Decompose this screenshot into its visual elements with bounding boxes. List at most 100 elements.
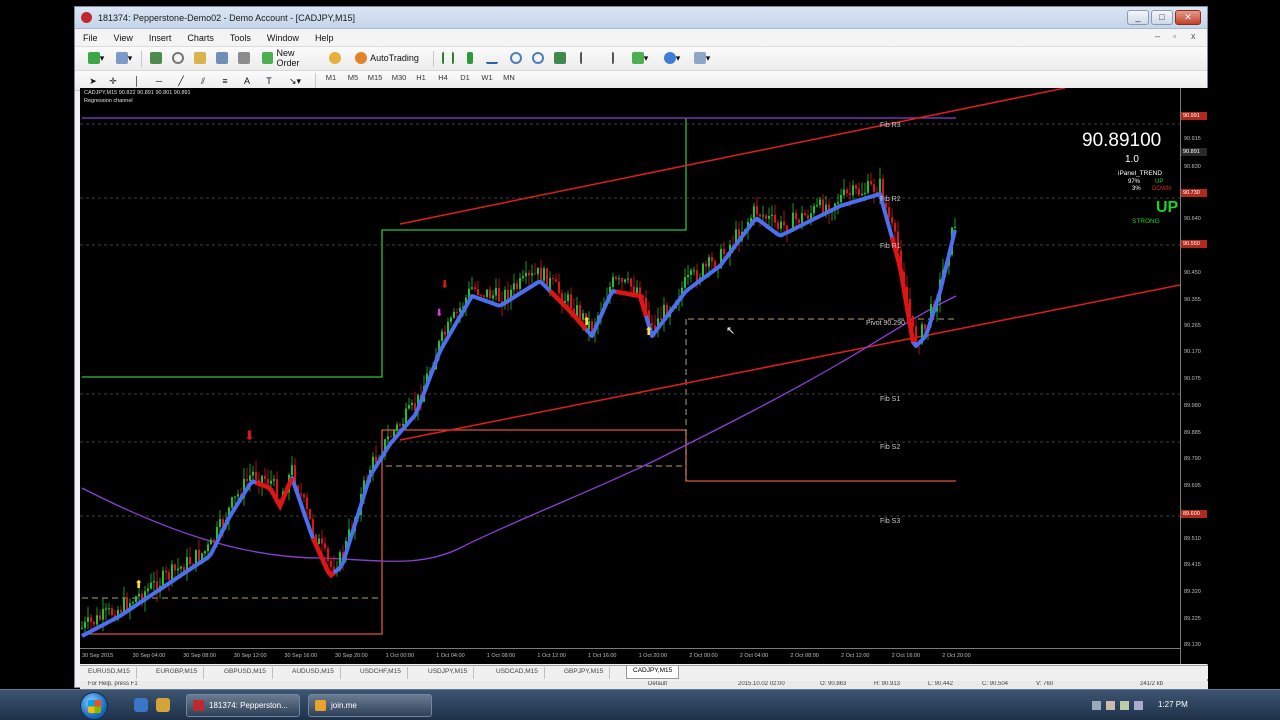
navigator-button[interactable] [191, 50, 209, 66]
buy-arrow-icon: ⬆ [582, 316, 591, 328]
strategy-tester-button[interactable] [235, 50, 253, 66]
autoscroll-button[interactable] [599, 50, 617, 66]
timeframe-m5[interactable]: M5 [343, 73, 363, 82]
menu-view[interactable]: View [114, 33, 133, 43]
price-chart[interactable]: ⬇ ⬇ ⬆ ⬆ ⬆ ⬇ ↖ CADJPY,M15 90.822 90.891 9… [80, 88, 1208, 664]
chart-tab-audusd-m15[interactable]: AUDUSD,M15 [286, 667, 341, 679]
crosshair-button[interactable]: ✛ [105, 73, 121, 89]
new-chart-button[interactable]: ▾ [83, 50, 109, 66]
terminal-button[interactable] [213, 50, 231, 66]
mouse-cursor-icon: ↖ [726, 325, 735, 337]
tray-app-icon[interactable] [1134, 701, 1143, 710]
chart-tab-gbpusd-m15[interactable]: GBPUSD,M15 [218, 667, 273, 679]
maximize-button[interactable]: □ [1151, 10, 1173, 25]
title-bar[interactable]: 181374: Pepperstone-Demo02 - Demo Accoun… [75, 7, 1207, 29]
market-watch-button[interactable] [147, 50, 165, 66]
candle-body [555, 279, 557, 282]
time-axis[interactable]: 30 Sep 2015 30 Sep 04:00 30 Sep 08:00 30 Se… [80, 648, 1180, 664]
timeframe-h1[interactable]: H1 [411, 73, 431, 82]
menu-help[interactable]: Help [315, 33, 334, 43]
new-order-button[interactable]: New Order [261, 48, 319, 68]
quick-launch-icon[interactable] [134, 698, 148, 712]
close-button[interactable]: ✕ [1175, 10, 1201, 25]
candle-body [111, 608, 113, 616]
periods-button[interactable]: ▾ [659, 50, 685, 66]
chart-tab-eurgbp-m15[interactable]: EURGBP,M15 [150, 667, 205, 679]
menu-charts[interactable]: Charts [187, 33, 214, 43]
green-range-box [82, 118, 687, 378]
new-order-label: New Order [276, 48, 300, 68]
channel-button[interactable]: ⫽ [195, 73, 211, 89]
text-label-button[interactable]: T [261, 73, 277, 89]
candle-body [405, 408, 407, 424]
arrows-button[interactable]: ↘▾ [283, 73, 307, 89]
timeframe-mn[interactable]: MN [499, 73, 519, 82]
menu-insert[interactable]: Insert [149, 33, 172, 43]
chart-tab-gbpjpy-m15[interactable]: GBPJPY,M15 [558, 667, 611, 679]
horizontal-line-button[interactable]: ─ [151, 73, 167, 89]
chart-tab-cadjpy-m15[interactable]: CADJPY,M15 [626, 666, 680, 679]
templates-button[interactable]: ▾ [689, 50, 715, 66]
candle-body [660, 318, 662, 320]
fibonacci-button[interactable]: ≡ [217, 73, 233, 89]
chart-tab-eurusd-m15[interactable]: EURUSD,M15 [82, 667, 137, 679]
taskbar-item-label: join.me [331, 701, 357, 710]
indicators-button[interactable]: ▾ [627, 50, 653, 66]
chart-canvas[interactable]: ⬇ ⬇ ⬆ ⬆ ⬆ ⬇ ↖ [80, 88, 1180, 648]
tile-windows-button[interactable] [551, 50, 569, 66]
bar-chart-button[interactable] [439, 50, 457, 66]
candlestick-button[interactable] [461, 50, 479, 66]
time-tick-label: 2 Oct 16:00 [891, 653, 921, 659]
fibonacci-icon: ≡ [222, 76, 228, 86]
menu-tools[interactable]: Tools [230, 33, 251, 43]
zoom-in-icon [510, 52, 522, 64]
clock[interactable]: 1:27 PM [1158, 700, 1188, 709]
timeframe-m15[interactable]: M15 [365, 73, 385, 82]
candle-body [498, 287, 500, 302]
line-chart-button[interactable] [483, 50, 501, 66]
candle-body [774, 214, 776, 223]
timeframe-d1[interactable]: D1 [455, 73, 475, 82]
candle-body [219, 519, 221, 527]
autotrading-button[interactable]: AutoTrading [347, 50, 427, 66]
taskbar-item-joinme[interactable]: join.me [308, 694, 432, 717]
meta-editor-button[interactable] [327, 50, 343, 66]
mdi-close-button[interactable]: x [1191, 31, 1196, 41]
chart-tab-usdcad-m15[interactable]: USDCAD,M15 [490, 667, 545, 679]
vertical-line-button[interactable]: │ [129, 73, 145, 89]
chart-tab-usdjpy-m15[interactable]: USDJPY,M15 [422, 667, 475, 679]
timeframe-m30[interactable]: M30 [389, 73, 409, 82]
data-window-button[interactable] [169, 50, 187, 66]
volume-icon[interactable] [1106, 701, 1115, 710]
timeframe-h4[interactable]: H4 [433, 73, 453, 82]
menu-file[interactable]: File [83, 33, 98, 43]
cursor-button[interactable]: ➤ [85, 73, 101, 89]
zoom-out-button[interactable] [529, 50, 547, 66]
chart-shift-button[interactable] [577, 50, 595, 66]
zoom-in-button[interactable] [507, 50, 525, 66]
candle-body [135, 596, 137, 603]
flag-icon[interactable] [1120, 701, 1129, 710]
network-icon[interactable] [1092, 701, 1101, 710]
candle-body [153, 581, 155, 583]
timeframe-m1[interactable]: M1 [321, 73, 341, 82]
time-tick-label: 30 Sep 12:00 [233, 653, 267, 659]
candle-body [519, 278, 521, 289]
candle-body [759, 214, 761, 217]
profiles-button[interactable]: ▾ [111, 50, 137, 66]
candle-body [396, 424, 398, 431]
menu-window[interactable]: Window [267, 33, 299, 43]
trendline-button[interactable]: ╱ [173, 73, 189, 89]
timeframe-w1[interactable]: W1 [477, 73, 497, 82]
chart-tab-usdchf-m15[interactable]: USDCHF,M15 [354, 667, 408, 679]
text-button[interactable]: A [239, 73, 255, 89]
taskbar-item-metatrader[interactable]: 181374: Pepperston... [186, 694, 300, 717]
mdi-minimize-button[interactable]: – [1155, 31, 1160, 41]
price-axis[interactable]: 90.915 90.830 90.640 90.450 90.355 90.265 90.1… [1180, 88, 1208, 664]
minimize-button[interactable]: _ [1127, 10, 1149, 25]
mdi-restore-button[interactable]: ▫ [1173, 31, 1176, 41]
autotrading-label: AutoTrading [370, 53, 419, 63]
quick-launch-icon[interactable] [156, 698, 170, 712]
start-button[interactable] [80, 692, 108, 720]
crosshair-icon: ✛ [109, 75, 117, 86]
